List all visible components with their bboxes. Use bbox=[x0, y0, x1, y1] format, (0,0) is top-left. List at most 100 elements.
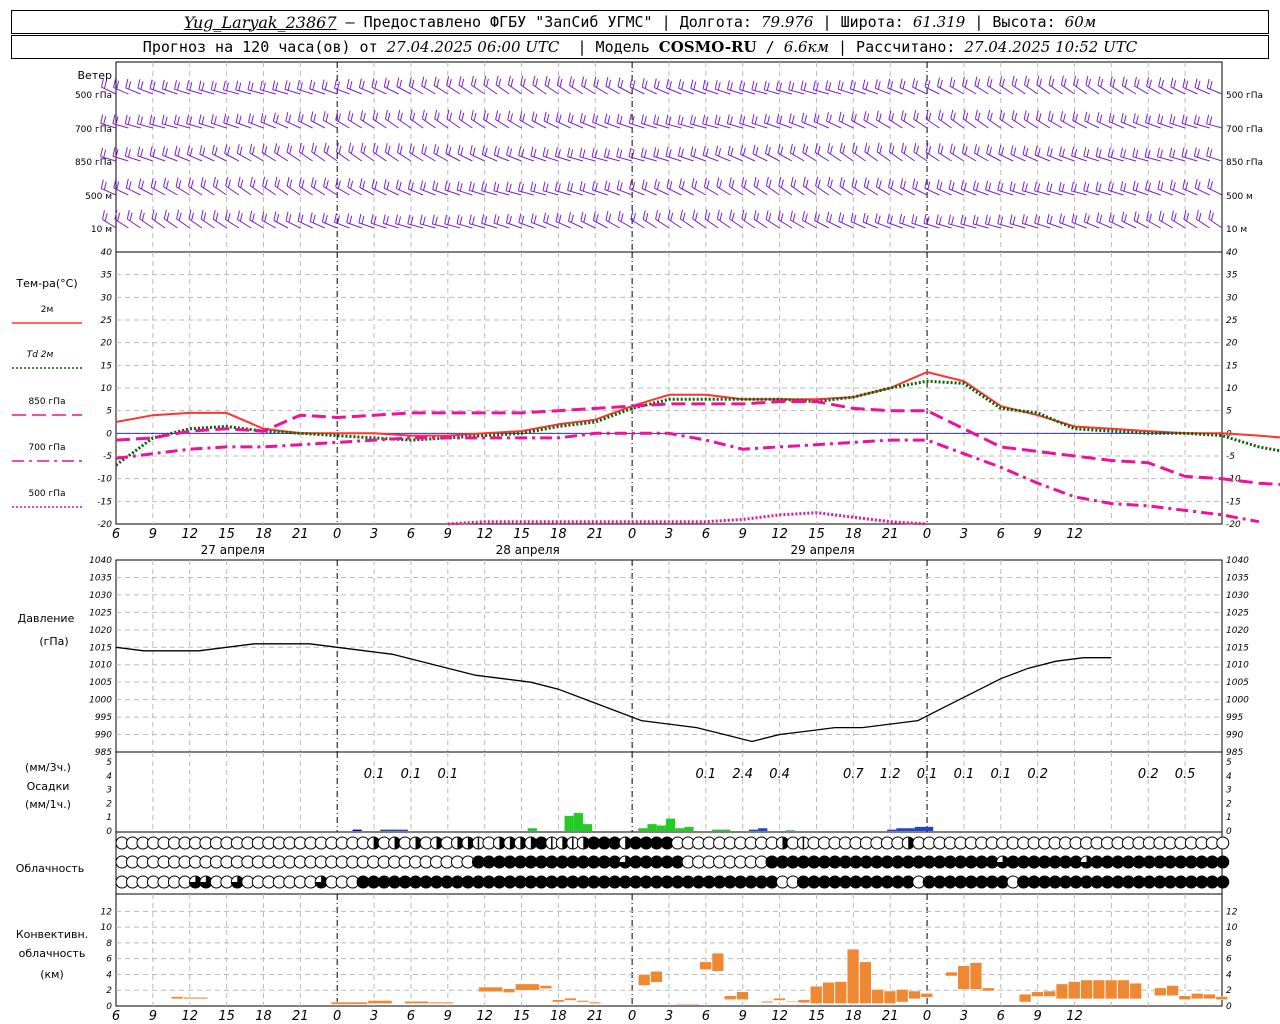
wind-barb bbox=[1206, 78, 1223, 95]
wind-barb bbox=[126, 209, 141, 229]
precip-tick-right: 1 bbox=[1226, 813, 1232, 823]
wind-barb bbox=[409, 143, 424, 162]
wind-level-label-right: 500 гПа bbox=[1226, 91, 1263, 101]
x-tick-upper: 6 bbox=[407, 527, 415, 542]
wind-barb bbox=[1035, 110, 1051, 129]
temperature-tick-left: 30 bbox=[101, 293, 113, 303]
wind-barb bbox=[1134, 76, 1149, 95]
convective-bar bbox=[1203, 993, 1216, 1000]
x-tick-upper: 21 bbox=[292, 527, 309, 542]
x-tick-upper: 21 bbox=[882, 527, 899, 542]
wind-level-label-right: 500 м bbox=[1226, 192, 1253, 202]
wind-barb bbox=[347, 110, 363, 129]
wind-level-label-right: 850 гПа bbox=[1226, 158, 1263, 168]
wind-barb bbox=[544, 75, 559, 95]
precip-bar bbox=[564, 815, 574, 831]
pressure-tick-right: 1000 bbox=[1226, 696, 1249, 706]
date-label: 29 апреля bbox=[791, 543, 855, 557]
convective-bar bbox=[1191, 993, 1204, 1000]
temperature-tick-left: 10 bbox=[101, 384, 113, 394]
wind-barb bbox=[274, 143, 289, 162]
temperature-legend-label: 2м bbox=[41, 305, 54, 315]
wind-barb bbox=[1024, 75, 1038, 95]
pressure-tick-left: 1010 bbox=[89, 661, 112, 671]
wind-barb bbox=[261, 143, 277, 162]
wind-barb bbox=[949, 143, 965, 162]
wind-barb bbox=[655, 210, 670, 229]
wind-barb bbox=[532, 75, 547, 95]
precip-bar bbox=[923, 826, 934, 831]
x-tick-upper: 15 bbox=[218, 527, 235, 542]
precip-bar bbox=[389, 829, 399, 831]
temperature-tick-left: 35 bbox=[101, 271, 113, 281]
wind-barb bbox=[348, 142, 363, 162]
convective-bar bbox=[1105, 979, 1118, 1000]
wind-barb bbox=[938, 109, 952, 129]
wind-barb bbox=[961, 143, 977, 162]
precip-bar bbox=[380, 829, 390, 831]
temperature-tick-left: -15 bbox=[97, 497, 112, 507]
wind-barb bbox=[703, 177, 719, 196]
convective-bar bbox=[552, 999, 565, 1003]
x-tick-upper: 6 bbox=[702, 527, 710, 542]
x-tick-upper: 9 bbox=[149, 527, 157, 542]
convective-tick-right: 2 bbox=[1226, 986, 1232, 996]
temperature-tick-right: 20 bbox=[1226, 339, 1238, 349]
wind-barb bbox=[1036, 75, 1051, 95]
precip-3h-value: 0.1 bbox=[401, 767, 422, 782]
wind-barb bbox=[741, 177, 756, 196]
convective-bar bbox=[564, 997, 577, 1001]
wind-barb bbox=[470, 75, 485, 95]
wind-barb bbox=[999, 76, 1014, 95]
wind-barb bbox=[728, 177, 743, 196]
wind-barb bbox=[176, 209, 190, 229]
wind-barb bbox=[360, 110, 375, 129]
precip-3h-value: 0.2 bbox=[1027, 767, 1048, 782]
wind-barb bbox=[778, 176, 793, 196]
precip-3h-value: 0.1 bbox=[990, 767, 1011, 782]
x-tick-lower: 0 bbox=[628, 1009, 636, 1024]
wind-barb bbox=[298, 142, 313, 162]
precip-3h-value: 0.1 bbox=[364, 767, 385, 782]
precip-bar bbox=[684, 826, 694, 831]
temperature-legend-label: 700 гПа bbox=[28, 443, 65, 453]
wind-barb bbox=[815, 176, 830, 196]
x-tick-upper: 0 bbox=[923, 527, 931, 542]
convective-bar bbox=[539, 985, 553, 989]
cloud-panel-label: Облачность bbox=[16, 862, 85, 875]
wind-barb bbox=[1121, 76, 1137, 95]
pressure-series-line bbox=[115, 643, 1112, 743]
wind-barb bbox=[1133, 211, 1149, 229]
wind-barb bbox=[188, 177, 203, 196]
x-tick-lower: 18 bbox=[550, 1009, 567, 1024]
pressure-tick-left: 1000 bbox=[89, 696, 112, 706]
convective-tick-right: 0 bbox=[1226, 1002, 1232, 1012]
pressure-tick-left: 990 bbox=[95, 731, 112, 741]
precip-bar bbox=[914, 826, 924, 831]
convective-bar bbox=[674, 1003, 700, 1005]
wind-barb bbox=[434, 109, 449, 129]
x-tick-upper: 0 bbox=[333, 527, 341, 542]
precip-3h-value: 1.2 bbox=[880, 767, 901, 782]
wind-barb bbox=[937, 77, 952, 95]
wind-barb bbox=[777, 210, 793, 229]
wind-barb bbox=[298, 177, 313, 196]
pressure-tick-right: 1005 bbox=[1226, 678, 1249, 688]
x-tick-upper: 15 bbox=[808, 527, 825, 542]
x-tick-upper: 3 bbox=[370, 527, 378, 542]
date-label: 27 апреля bbox=[201, 543, 265, 557]
wind-barb bbox=[863, 111, 879, 129]
wind-barb bbox=[1171, 210, 1186, 229]
convective-bar bbox=[859, 961, 872, 1004]
x-tick-lower: 6 bbox=[407, 1009, 415, 1024]
x-tick-lower: 9 bbox=[739, 1009, 747, 1024]
wind-barb bbox=[839, 177, 854, 196]
x-tick-upper: 12 bbox=[476, 527, 493, 542]
wind-barb bbox=[212, 210, 227, 229]
wind-barb bbox=[483, 75, 498, 95]
wind-barb bbox=[114, 210, 129, 229]
pressure-tick-right: 995 bbox=[1226, 713, 1243, 723]
x-tick-lower: 18 bbox=[255, 1009, 272, 1024]
wind-barb bbox=[507, 75, 522, 95]
convective-bar bbox=[650, 971, 663, 983]
